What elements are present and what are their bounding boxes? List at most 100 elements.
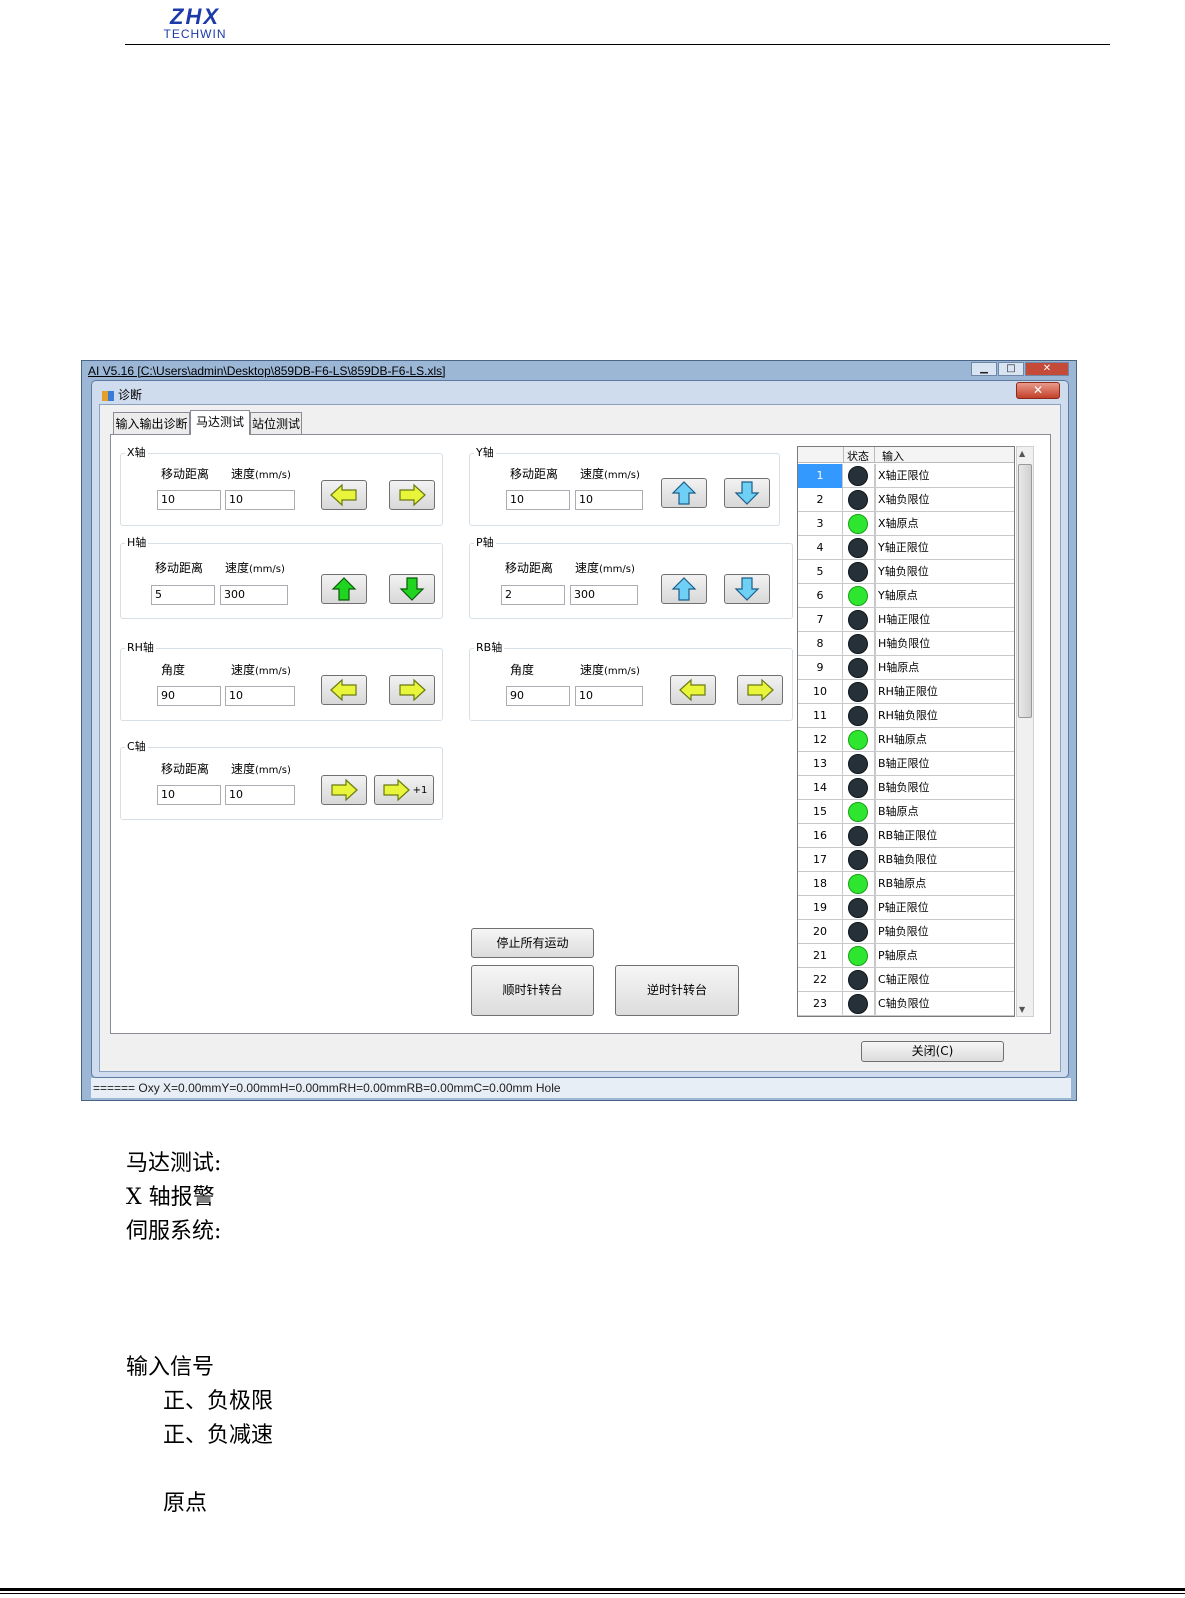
grid-row[interactable]: 21 P轴原点 [798,944,1014,968]
status-cell [843,632,875,656]
y-dist-input[interactable]: 10 [506,490,570,510]
rh-angle-input[interactable]: 90 [157,686,221,706]
tab-io-diagnose[interactable]: 输入输出诊断 [113,412,190,434]
grid-row[interactable]: 11 RH轴负限位 [798,704,1014,728]
status-cell [843,728,875,752]
status-cell [843,680,875,704]
y-down-button[interactable] [724,478,770,508]
minimize-button[interactable]: ▁ [971,362,997,376]
rh-speed-input[interactable]: 10 [225,686,295,706]
grid-row[interactable]: 10 RH轴正限位 [798,680,1014,704]
h-speed-input[interactable]: 300 [220,585,288,605]
c-right-button[interactable] [321,775,367,805]
column-divider [875,656,876,680]
grid-row[interactable]: 20 P轴负限位 [798,920,1014,944]
grid-scroll-thumb[interactable] [1018,464,1032,718]
grid-row[interactable]: 18 RB轴原点 [798,872,1014,896]
p-down-button[interactable] [724,574,770,604]
doc-line-servo: 伺服系统: [126,1219,222,1244]
row-number: 3 [798,512,843,536]
x-dist-input[interactable]: 10 [157,490,221,510]
arrow-left-icon [330,678,357,702]
grid-row[interactable]: 17 RB轴负限位 [798,848,1014,872]
column-divider [875,848,876,872]
p-speed-input[interactable]: 300 [570,585,638,605]
input-name: RH轴负限位 [878,709,938,722]
grid-row[interactable]: 7 H轴正限位 [798,608,1014,632]
grid-row[interactable]: 4 Y轴正限位 [798,536,1014,560]
c-dist-input[interactable]: 10 [157,785,221,805]
status-cell [843,512,875,536]
grid-row[interactable]: 14 B轴负限位 [798,776,1014,800]
x-right-button[interactable] [389,480,435,510]
rb-left-button[interactable] [670,675,716,705]
status-column-header: 状态 [847,450,869,463]
tab-motor-test[interactable]: 马达测试 [190,410,250,435]
row-number: 6 [798,584,843,608]
grid-row[interactable]: 5 Y轴负限位 [798,560,1014,584]
grid-row[interactable]: 15 B轴原点 [798,800,1014,824]
x-dist-label: 移动距离 [161,467,210,481]
input-name: RB轴负限位 [878,853,938,866]
input-name: RH轴原点 [878,733,927,746]
grid-row[interactable]: 22 C轴正限位 [798,968,1014,992]
grid-row[interactable]: 23 C轴负限位 [798,992,1014,1016]
grid-row[interactable]: 6 Y轴原点 [798,584,1014,608]
x-left-button[interactable] [321,480,367,510]
row-number: 19 [798,896,843,920]
x-axis-title: X轴 [125,444,148,460]
status-led-icon [848,970,868,990]
column-divider [875,584,876,608]
close-button[interactable]: 关闭(C) [861,1041,1004,1062]
stop-all-button[interactable]: 停止所有运动 [471,928,594,958]
grid-row[interactable]: 2 X轴负限位 [798,488,1014,512]
status-led-icon [848,922,868,942]
y-speed-input[interactable]: 10 [575,490,643,510]
input-name: H轴原点 [878,661,920,674]
arrow-up-icon [331,577,357,601]
h-down-button[interactable] [389,574,435,604]
tab-station-test[interactable]: 站位测试 [250,412,302,434]
status-led-icon [848,682,868,702]
p-axis-title: P轴 [474,534,496,550]
doc-line-limits: 正、负极限 [163,1389,274,1414]
h-dist-input[interactable]: 5 [151,585,215,605]
rb-speed-input[interactable]: 10 [575,686,643,706]
p-up-button[interactable] [661,574,707,604]
rh-left-button[interactable] [321,675,367,705]
y-up-button[interactable] [661,478,707,508]
arrow-up-icon [671,481,697,505]
rh-right-button[interactable] [389,675,435,705]
rb-angle-input[interactable]: 90 [506,686,570,706]
column-divider [875,824,876,848]
c-step-plus-one-button[interactable]: +1 [374,775,434,805]
rh-axis-title: RH轴 [125,639,156,655]
grid-row[interactable]: 1 X轴正限位 [798,464,1014,488]
dialog-close-button[interactable]: ✕ [1016,382,1060,399]
x-speed-input[interactable]: 10 [225,490,295,510]
rb-right-button[interactable] [737,675,783,705]
status-cell [843,536,875,560]
grid-row[interactable]: 16 RB轴正限位 [798,824,1014,848]
rotate-ccw-button[interactable]: 逆时针转台 [615,965,739,1016]
scroll-down-icon[interactable]: ▼ [1019,1005,1025,1014]
grid-row[interactable]: 3 X轴原点 [798,512,1014,536]
status-led-icon [848,610,868,630]
dialog-icon [102,390,114,401]
h-up-button[interactable] [321,574,367,604]
p-dist-input[interactable]: 2 [501,585,565,605]
grid-row[interactable]: 8 H轴负限位 [798,632,1014,656]
rotate-cw-button[interactable]: 顺时针转台 [471,965,594,1016]
grid-row[interactable]: 12 RH轴原点 [798,728,1014,752]
input-name: B轴正限位 [878,757,930,770]
row-number: 21 [798,944,843,968]
doc-line-x-alarm: X 轴报警 [126,1185,215,1210]
grid-row[interactable]: 19 P轴正限位 [798,896,1014,920]
grid-row[interactable]: 9 H轴原点 [798,656,1014,680]
grid-row[interactable]: 13 B轴正限位 [798,752,1014,776]
input-name: RB轴正限位 [878,829,938,842]
app-close-button[interactable]: ✕ [1025,362,1069,376]
c-speed-input[interactable]: 10 [225,785,295,805]
scroll-up-icon[interactable]: ▲ [1019,449,1025,458]
maximize-button[interactable]: □ [998,362,1024,376]
